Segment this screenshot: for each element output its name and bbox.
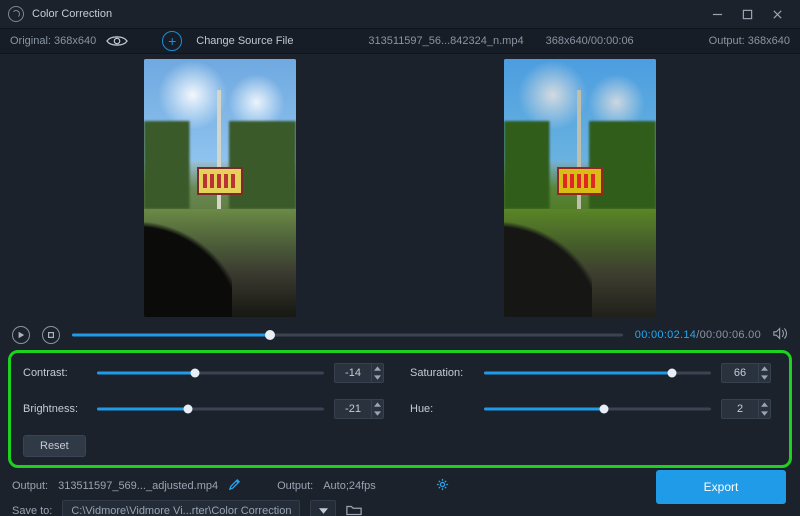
seek-slider[interactable] <box>72 328 623 342</box>
save-to-label: Save to: <box>12 505 52 516</box>
original-label: Original: 368x640 <box>10 35 96 47</box>
folder-icon[interactable] <box>346 504 362 516</box>
reset-button[interactable]: Reset <box>23 435 86 457</box>
contrast-label: Contrast: <box>23 367 87 379</box>
play-button[interactable] <box>12 326 30 344</box>
chevron-up-icon <box>372 364 383 373</box>
saturation-slider[interactable] <box>484 366 711 380</box>
saturation-spinner[interactable]: 66 <box>721 363 771 383</box>
brightness-slider[interactable] <box>97 402 324 416</box>
brightness-control: Brightness: -21 <box>23 399 384 419</box>
window-title: Color Correction <box>32 8 112 20</box>
hue-control: Hue: 2 <box>410 399 771 419</box>
hue-label: Hue: <box>410 403 474 415</box>
close-button[interactable] <box>762 0 792 28</box>
preview-original <box>144 59 296 317</box>
export-button[interactable]: Export <box>656 470 786 504</box>
title-bar: Color Correction <box>0 0 800 28</box>
stop-button[interactable] <box>42 326 60 344</box>
contrast-spinner[interactable]: -14 <box>334 363 384 383</box>
output-filename: 313511597_569..._adjusted.mp4 <box>58 480 218 492</box>
saturation-label: Saturation: <box>410 367 474 379</box>
contrast-control: Contrast: -14 <box>23 363 384 383</box>
minimize-button[interactable] <box>702 0 732 28</box>
source-dims-duration: 368x640/00:00:06 <box>546 35 634 47</box>
volume-icon[interactable] <box>773 327 788 343</box>
app-icon <box>8 6 24 22</box>
output-settings-label: Output: <box>277 480 313 492</box>
hue-spinner[interactable]: 2 <box>721 399 771 419</box>
color-controls-panel: Contrast: -14 Saturation: 66 Brightness:… <box>8 350 792 468</box>
output-settings-value: Auto;24fps <box>323 480 376 492</box>
output-file-label: Output: <box>12 480 48 492</box>
source-filename: 313511597_56...842324_n.mp4 <box>368 35 523 47</box>
preview-output <box>504 59 656 317</box>
edit-icon[interactable] <box>228 478 241 494</box>
timeline-row: 00:00:02.14/00:00:06.00 <box>0 322 800 348</box>
add-source-button[interactable]: + <box>162 31 182 51</box>
output-label: Output: 368x640 <box>709 35 790 47</box>
save-path-dropdown[interactable] <box>310 500 336 516</box>
saturation-control: Saturation: 66 <box>410 363 771 383</box>
brightness-spinner[interactable]: -21 <box>334 399 384 419</box>
brightness-label: Brightness: <box>23 403 87 415</box>
hue-slider[interactable] <box>484 402 711 416</box>
change-source-link[interactable]: Change Source File <box>196 35 293 47</box>
chevron-down-icon <box>372 373 383 382</box>
save-path-field[interactable]: C:\Vidmore\Vidmore Vi...rter\Color Corre… <box>62 500 300 516</box>
preview-area <box>0 54 800 322</box>
gear-icon[interactable] <box>436 478 449 494</box>
eye-icon[interactable] <box>106 34 128 48</box>
info-bar: Original: 368x640 + Change Source File 3… <box>0 28 800 54</box>
time-display: 00:00:02.14/00:00:06.00 <box>635 329 761 341</box>
contrast-slider[interactable] <box>97 366 324 380</box>
maximize-button[interactable] <box>732 0 762 28</box>
